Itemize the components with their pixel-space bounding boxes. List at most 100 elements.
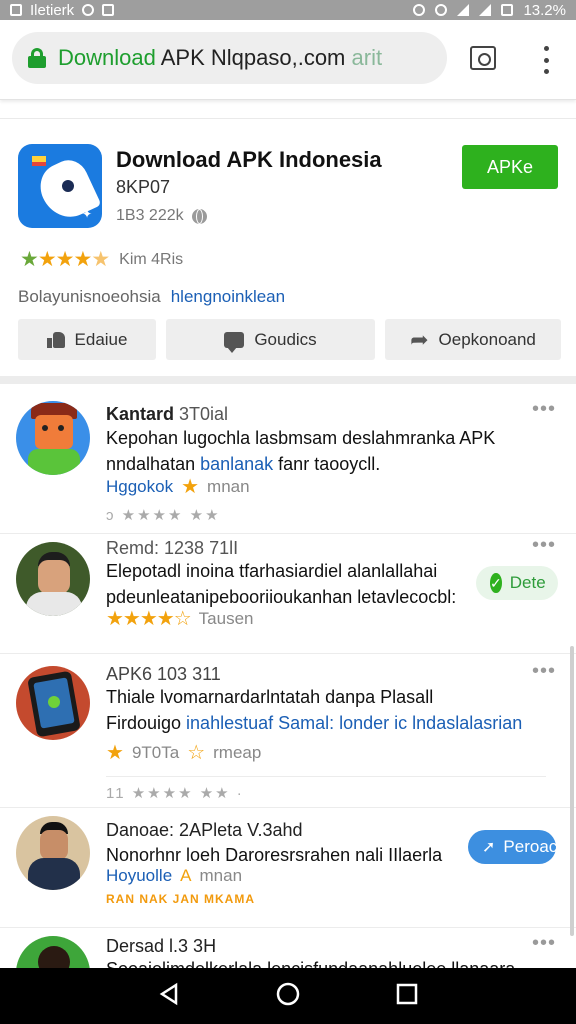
avatar[interactable] — [16, 666, 90, 740]
review-author: Dersad l.3 3H — [106, 936, 216, 957]
overflow-menu-button[interactable] — [536, 46, 556, 74]
comment-label: Goudics — [254, 329, 317, 349]
rating-number: 9T0Ta — [131, 742, 180, 762]
install-button[interactable]: APKe — [462, 145, 558, 189]
wifi-icon — [457, 4, 470, 16]
review-stars: ↄ ★★★★ ★★ — [106, 507, 221, 524]
star-icon: ★ — [106, 742, 124, 764]
browser-toolbar: Download APK Nlqpaso,.com arit — [0, 20, 576, 100]
tagline-text: Bolayunisnoeohsia — [18, 287, 161, 306]
url-host: APK Nlqpaso,.com — [155, 45, 346, 70]
share-label: Oepkonoand — [438, 329, 536, 349]
footer-link[interactable]: Hggokok — [106, 477, 173, 497]
sync-icon — [82, 4, 95, 16]
app-meta: 1B3 222k — [116, 207, 207, 225]
like-button[interactable]: Edaiue — [18, 319, 156, 360]
check-icon: ✓ — [490, 573, 502, 593]
review-badge-text: RAN NAK JAN MKAMA — [106, 892, 255, 906]
review-item: Danoae: 2APleta V.3ahd Nonorhnr loeh Dar… — [0, 808, 576, 928]
review-line: Firdouigo inahlestuaf Samal: londer ic l… — [106, 710, 556, 736]
review-item: Kantard 3T0ial ••• Kepohan lugochla lasb… — [0, 384, 576, 534]
review-link[interactable]: inahlestuaf Samal: londer ic lndaslalasr… — [186, 713, 522, 733]
more-options-icon[interactable]: ••• — [532, 932, 556, 955]
chip-label: Dete — [509, 573, 546, 592]
vibrate-icon — [413, 4, 426, 16]
home-icon[interactable] — [275, 981, 301, 1012]
signal-icon — [479, 4, 492, 16]
status-left-text: Iletierk — [30, 1, 75, 19]
url-text[interactable]: Download APK Nlqpaso,.com arit — [58, 45, 382, 71]
review-footer: Hoyuolle A mnan — [106, 866, 242, 886]
share-arrow-icon: ➦ — [410, 326, 429, 352]
review-link[interactable]: banlanak — [200, 454, 273, 474]
app-title: Download APK Indonesia — [116, 147, 382, 172]
review-footer: Hggokok ★ mnan — [106, 474, 250, 499]
star-outline-icon: ☆ — [187, 742, 206, 764]
like-label: Edaiue — [74, 329, 128, 349]
footer-text: rmeap — [213, 742, 262, 762]
footer-link[interactable]: Hoyuolle — [106, 866, 172, 886]
app-rating: ★★★★★ Kim 4Ris — [20, 247, 183, 272]
author-meta: 3T0ial — [179, 404, 229, 424]
app-meta-text: 1B3 222k — [116, 207, 184, 224]
thumbs-up-icon — [46, 331, 65, 348]
mail-icon — [10, 4, 22, 16]
review-text: Nonorhnr loeh Daroresrsrahen nali IIlaer… — [106, 842, 466, 868]
review-footer: ★ 9T0Ta ☆ rmeap — [106, 740, 261, 765]
chat-bubble-icon — [224, 331, 245, 353]
back-icon[interactable] — [158, 982, 180, 1011]
tabs-button[interactable] — [470, 46, 496, 70]
url-bar[interactable]: Download APK Nlqpaso,.com arit — [12, 32, 447, 84]
review-line: Elepotadl inoina tfarhasiardiel alanlall… — [106, 561, 438, 581]
alarm-icon — [435, 4, 448, 16]
app-tagline: Bolayunisnoeohsia hlengnoinklean — [18, 287, 285, 307]
footer-letter: A — [180, 866, 192, 885]
author-name: APK6 103 — [106, 664, 188, 684]
author-meta: 71lI — [209, 538, 239, 558]
url-path: arit — [345, 45, 383, 70]
share-button[interactable]: ➦ Oepkonoand — [385, 319, 561, 360]
review-author: APK6 103 311 — [106, 664, 221, 685]
author-meta: V.3ahd — [247, 820, 303, 840]
lock-icon — [28, 48, 46, 68]
avatar[interactable] — [16, 401, 90, 475]
review-text: Kepohan lugochla lasbmsam deslahmranka A… — [106, 425, 546, 477]
review-text: Sooaielimdelkerlala lencisfundaanahluele… — [106, 956, 546, 968]
review-line: Thiale lvomarnardarlntatah danpa Plasall — [106, 687, 434, 707]
review-text: Elepotadl inoina tfarhasiardiel alanlall… — [106, 558, 486, 610]
recent-apps-icon[interactable] — [396, 983, 418, 1010]
review-item: APK6 103 311 ••• Thiale lvomarnardarlnta… — [0, 654, 576, 808]
app-icon[interactable]: ✦ — [18, 144, 102, 228]
avatar[interactable] — [16, 816, 90, 890]
avatar[interactable] — [16, 936, 90, 968]
footer-text: mnan — [199, 866, 243, 885]
tagline-link[interactable]: hlengnoinklean — [171, 287, 285, 307]
review-author: Danoae: 2APleta V.3ahd — [106, 820, 303, 841]
review-item: Remd: 1238 71lI ••• Elepotadl inoina tfa… — [0, 534, 576, 654]
review-line-part: nndalhatan — [106, 454, 201, 474]
review-line-part: Firdouigo — [106, 713, 187, 733]
author-name: Danoae: 2APleta — [106, 820, 243, 840]
image-icon — [102, 4, 115, 16]
avatar[interactable] — [16, 542, 90, 616]
section-divider — [0, 376, 576, 384]
more-options-icon[interactable]: ••• — [532, 398, 556, 421]
review-line: Nonorhnr loeh Daroresrsrahen nali IIlaer… — [106, 845, 443, 865]
star-icon: ★ — [181, 476, 200, 498]
rating-stars-icon: ★★★★★ — [20, 248, 110, 271]
app-card: ✦ Download APK Indonesia 8KP07 1B3 222k … — [0, 118, 576, 376]
author-name: Kantard — [106, 404, 175, 424]
review-stars: 11 ★★★★ ★★ · — [106, 785, 244, 802]
scrollbar[interactable] — [570, 646, 574, 936]
chip-label: Peroac — [503, 837, 558, 856]
author-name: Remd: 1238 — [106, 538, 205, 558]
more-options-icon[interactable]: ••• — [532, 534, 556, 557]
reply-chip[interactable]: ➚ Peroac — [468, 830, 558, 864]
system-nav-bar — [0, 968, 576, 1024]
review-line: Kepohan lugochla lasbmsam deslahmranka A… — [106, 428, 496, 448]
rating-stars-icon: ★★★★☆ — [106, 608, 192, 630]
status-chip[interactable]: ✓ Dete — [476, 566, 558, 600]
more-options-icon[interactable]: ••• — [532, 660, 556, 683]
reply-icon: ➚ — [482, 839, 496, 856]
comment-button[interactable]: Goudics — [166, 319, 375, 360]
